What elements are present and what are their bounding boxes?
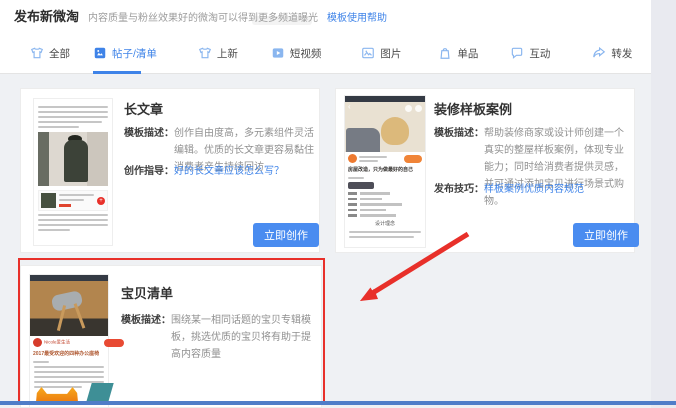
- shopping-bag-icon: [438, 46, 452, 60]
- tab-interaction[interactable]: 互动: [510, 32, 550, 74]
- shirt-icon: [30, 46, 44, 60]
- tab-label: 转发: [611, 46, 632, 61]
- follow-button: [404, 155, 422, 163]
- share-arrow-icon: [592, 46, 606, 60]
- template-help-link[interactable]: 模板使用帮助: [327, 9, 387, 24]
- price-text-placeholder: [59, 204, 71, 207]
- avatar: [348, 154, 357, 163]
- long-article-preview-thumbnail: +: [33, 98, 113, 246]
- add-to-cart-icon: +: [97, 197, 105, 205]
- design-concept-heading: 设计理念: [348, 219, 422, 227]
- text-line-placeholder: [59, 194, 94, 196]
- embedded-product-card: +: [38, 190, 108, 211]
- template-card-long-article: + 长文章 模板描述： 创作自由度高，多元素组件灵活编辑。优质的长文章更容易黏住…: [20, 88, 320, 253]
- text-line-placeholder: [38, 121, 102, 123]
- text-line-placeholder: [38, 116, 108, 118]
- model-figure-shape: [64, 140, 88, 182]
- text-line-placeholder: [359, 160, 378, 162]
- create-now-button[interactable]: 立即创作: [253, 223, 319, 247]
- picture-icon: [361, 46, 375, 60]
- text-line-placeholder: [38, 229, 70, 231]
- tab-label: 帖子/清单: [112, 46, 157, 61]
- text-line-placeholder: [38, 126, 79, 128]
- tab-new-arrival[interactable]: 上新: [198, 32, 238, 74]
- text-line-placeholder: [38, 219, 108, 221]
- guide-label: 创作指导：: [124, 163, 174, 180]
- window-bottom-edge: [0, 401, 676, 405]
- publish-tips-row: 发布技巧： 样板案例优质内容规范: [434, 181, 630, 198]
- text-line-placeholder: [359, 156, 387, 158]
- tab-label: 互动: [529, 46, 550, 61]
- tab-all[interactable]: 全部: [30, 32, 70, 74]
- product-text: [59, 194, 94, 207]
- spec-row: [345, 198, 425, 201]
- video-play-icon: [271, 46, 285, 60]
- text-line-placeholder: [38, 214, 108, 216]
- tab-label: 单品: [457, 46, 478, 61]
- tab-label: 全部: [49, 46, 70, 61]
- tips-label: 发布技巧：: [434, 181, 484, 198]
- creation-guide-row: 创作指导： 好的长文章应该怎么写？: [124, 163, 314, 180]
- back-icon: ‹: [348, 102, 351, 111]
- preview-post-title: 房屋改造，只为做最好的自己: [348, 165, 422, 173]
- text-line-placeholder: [38, 224, 108, 226]
- tab-post-list[interactable]: 帖子/清单: [93, 32, 157, 74]
- tab-label: 短视频: [290, 46, 322, 61]
- tab-label: 图片: [380, 46, 401, 61]
- spec-row: [345, 192, 425, 195]
- chat-bubble-icon: [510, 46, 524, 60]
- spec-row: [345, 203, 425, 206]
- text-line-placeholder: [349, 231, 421, 233]
- author-row: [345, 152, 425, 165]
- product-image: [41, 193, 56, 208]
- new-shirt-icon: [198, 46, 212, 60]
- tab-picture[interactable]: 图片: [361, 32, 401, 74]
- text-line-placeholder: [348, 177, 364, 179]
- tab-short-video[interactable]: 短视频: [271, 32, 322, 74]
- page-header: 发布新微淘 内容质量与粉丝效果好的微淘可以得到更多频道曝光 模板使用帮助: [14, 6, 387, 25]
- tips-link[interactable]: 样板案例优质内容规范: [484, 181, 584, 198]
- street-fashion-photo: [38, 132, 108, 186]
- topic-tag: [348, 182, 374, 189]
- create-now-button[interactable]: 立即创作: [573, 223, 639, 247]
- decor-case-preview-thumbnail: ‹ 房屋改造，只为做最好的自己: [344, 95, 426, 248]
- text-line-placeholder: [59, 199, 84, 201]
- tab-label: 上新: [217, 46, 238, 61]
- spec-row: [345, 209, 425, 212]
- template-card-decor-case: ‹ 房屋改造，只为做最好的自己: [335, 88, 635, 253]
- side-table-shape: [381, 117, 409, 145]
- card-title: 长文章: [124, 99, 163, 118]
- text-line-placeholder: [349, 236, 414, 238]
- page-title: 发布新微淘: [14, 6, 79, 25]
- active-tab-underline: [93, 71, 141, 74]
- text-line-placeholder: [38, 106, 108, 108]
- action-circle-icon: [405, 105, 412, 112]
- tab-single-item[interactable]: 单品: [438, 32, 478, 74]
- weitao-publish-page: 发布新微淘 内容质量与粉丝效果好的微淘可以得到更多频道曝光 模板使用帮助 全部 …: [0, 0, 676, 408]
- spec-row: [345, 214, 425, 217]
- content-type-tabbar: 全部 帖子/清单 上新 短视频 图片 单品 互动 转发: [16, 32, 632, 74]
- action-circle-icon: [415, 105, 422, 112]
- card-title: 装修样板案例: [434, 99, 512, 118]
- page-right-gutter: [651, 0, 676, 408]
- author-name-placeholder: [359, 156, 402, 162]
- text-line-placeholder: [38, 111, 108, 113]
- tab-repost[interactable]: 转发: [592, 32, 632, 74]
- sofa-shape: [346, 128, 380, 152]
- guide-link[interactable]: 好的长文章应该怎么写？: [174, 163, 284, 180]
- section-heading-wrap: 设计理念: [345, 219, 425, 228]
- post-picture-icon: [93, 46, 107, 60]
- preview-post-title-wrap: 房屋改造，只为做最好的自己: [345, 165, 425, 174]
- highlight-rectangle: [18, 258, 325, 403]
- page-subtitle: 内容质量与粉丝效果好的微淘可以得到更多频道曝光: [88, 9, 318, 24]
- living-room-photo: ‹: [345, 102, 425, 152]
